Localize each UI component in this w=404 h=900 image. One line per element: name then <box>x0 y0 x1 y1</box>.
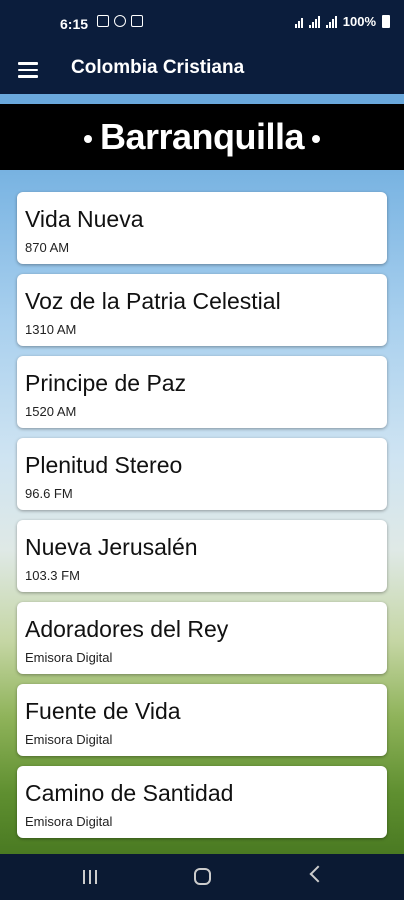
station-frequency: 870 AM <box>25 240 70 255</box>
station-card[interactable]: Principe de Paz 1520 AM <box>17 356 387 428</box>
station-name: Principe de Paz <box>25 370 187 396</box>
station-card[interactable]: Nueva Jerusalén 103.3 FM <box>17 520 387 592</box>
battery-icon <box>382 15 390 28</box>
app-notification-icon <box>131 15 143 27</box>
recent-apps-icon[interactable] <box>83 870 97 884</box>
app-bar: Colombia Cristiana <box>0 46 404 94</box>
banner-dot-right <box>312 135 321 144</box>
station-name: Nueva Jerusalén <box>25 534 198 560</box>
background-strip <box>0 94 404 104</box>
station-frequency: Emisora Digital <box>25 814 113 829</box>
station-name: Fuente de Vida <box>25 698 181 724</box>
back-icon[interactable] <box>309 865 327 883</box>
station-name: Voz de la Patria Celestial <box>25 288 281 314</box>
station-frequency: Emisora Digital <box>25 650 113 665</box>
signal-icon-2 <box>325 15 337 28</box>
station-card[interactable]: Plenitud Stereo 96.6 FM <box>17 438 387 510</box>
station-name: Vida Nueva <box>25 206 144 232</box>
station-name: Camino de Santidad <box>25 780 234 806</box>
system-nav-bar <box>0 854 404 900</box>
station-list: Vida Nueva 870 AM Voz de la Patria Celes… <box>17 192 387 848</box>
signal-icon-1 <box>308 15 320 28</box>
battery-percent: 100% <box>342 14 376 29</box>
station-frequency: 103.3 FM <box>25 568 80 583</box>
station-card[interactable]: Adoradores del Rey Emisora Digital <box>17 602 387 674</box>
city-banner: Barranquilla <box>0 104 404 170</box>
station-card[interactable]: Voz de la Patria Celestial 1310 AM <box>17 274 387 346</box>
city-name: Barranquilla <box>99 116 305 157</box>
sync-notification-icon <box>114 15 126 27</box>
status-time: 6:15 <box>60 16 89 32</box>
hamburger-menu-icon[interactable] <box>18 62 38 78</box>
wifi-icon <box>294 16 303 28</box>
image-notification-icon <box>97 15 109 27</box>
station-name: Plenitud Stereo <box>25 452 183 478</box>
station-frequency: Emisora Digital <box>25 732 113 747</box>
status-bar: 6:15 100% <box>0 0 404 46</box>
station-card[interactable]: Camino de Santidad Emisora Digital <box>17 766 387 838</box>
notification-icons <box>97 15 143 27</box>
station-frequency: 1310 AM <box>25 322 77 337</box>
system-status-icons: 100% <box>294 14 390 29</box>
banner-dot-left <box>83 135 92 144</box>
home-icon[interactable] <box>194 868 211 885</box>
station-card[interactable]: Fuente de Vida Emisora Digital <box>17 684 387 756</box>
content-area[interactable]: Barranquilla Vida Nueva 870 AM Voz de la… <box>0 94 404 854</box>
station-card[interactable]: Vida Nueva 870 AM <box>17 192 387 264</box>
station-frequency: 1520 AM <box>25 404 77 419</box>
station-frequency: 96.6 FM <box>25 486 73 501</box>
station-name: Adoradores del Rey <box>25 616 229 642</box>
app-title: Colombia Cristiana <box>71 57 245 78</box>
